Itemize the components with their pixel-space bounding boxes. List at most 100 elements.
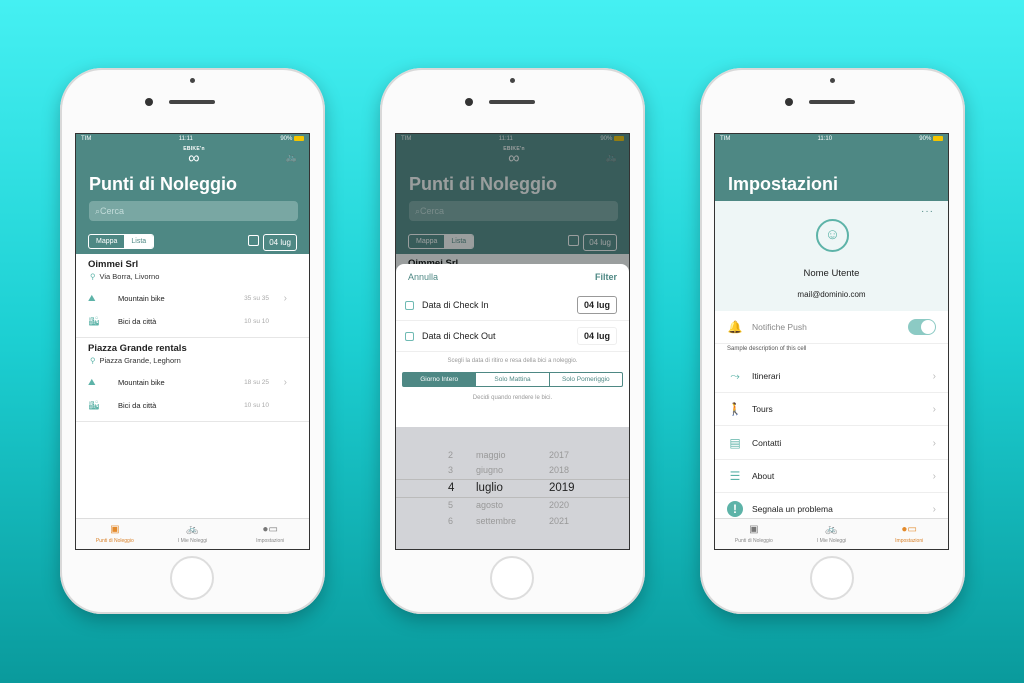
date-picker[interactable]: 2 maggio 2017 3 giugno 2018 4 luglio 2019 5 ago…	[396, 427, 629, 549]
bike-row[interactable]: 🏙 Bici da città 10 su 10	[88, 394, 297, 417]
check-out-label: Data di Check Out	[422, 330, 496, 341]
bike-type: Bici da città	[118, 317, 157, 326]
chevron-right-icon: ›	[932, 470, 936, 482]
shop-name: Oimmei Srl	[88, 259, 139, 270]
check-out-row[interactable]: Data di Check Out 04 lug	[396, 321, 629, 352]
header: TIM 11:11 90% EBIKE'n ∞ 🚲 Punti di Noleggio…	[76, 134, 309, 254]
profile-card: ··· ☺ Nome Utente mail@dominio.com	[715, 201, 948, 311]
route-icon: ⤳	[730, 369, 740, 383]
mountain-bike-icon: ⛰	[88, 293, 96, 303]
chevron-right-icon: ›	[283, 377, 287, 388]
avatar[interactable]: ☺	[816, 219, 849, 252]
filter-button[interactable]: Filter	[595, 272, 617, 282]
option-afternoon[interactable]: Solo Pomeriggio	[548, 373, 622, 386]
phone-1: TIM 11:11 90% EBIKE'n ∞ 🚲 Punti di Noleggio…	[60, 68, 325, 614]
push-notifications-row: 🔔 Notifiche Push	[715, 311, 948, 344]
bike-count: 18 su 25	[244, 379, 269, 386]
header: TIM 11:10 90% Impostazioni	[715, 134, 948, 201]
bike-icon: 🚲	[186, 524, 199, 535]
home-button[interactable]	[170, 556, 214, 600]
cell-description: Sample description of this cell	[727, 346, 807, 352]
city-bike-icon: 🏙	[88, 400, 100, 410]
tab-settings[interactable]: ●▭ Impostazioni	[231, 519, 309, 549]
shop-address: Via Borra, Livorno	[99, 272, 160, 281]
bike-count: 35 su 35	[244, 295, 269, 302]
date-button[interactable]: 04 lug	[263, 234, 297, 251]
check-in-row[interactable]: Data di Check In 04 lug	[396, 290, 629, 321]
menu-item-about[interactable]: ☰ About ›	[715, 460, 948, 493]
menu-item-tours[interactable]: 🚶 Tours ›	[715, 393, 948, 426]
calendar-icon[interactable]	[248, 235, 259, 246]
tab-label: I Mie Noleggi	[177, 538, 208, 544]
status-bar: TIM 11:11 90%	[76, 136, 309, 146]
list-item[interactable]: Oimmei Srl ⚲ Via Borra, Livorno ⛰ Mountain…	[76, 254, 309, 338]
city-bike-icon: 🏙	[88, 316, 100, 326]
tab-label: I Mie Noleggi	[816, 538, 847, 544]
home-button[interactable]	[810, 556, 854, 600]
phone-2: TIM 11:11 90% EBIKE'n ∞ 🚲 Punti di Noleggio…	[380, 68, 645, 614]
battery-icon	[294, 136, 304, 141]
bike-row[interactable]: ⛰ Mountain bike 35 su 35 ›	[88, 287, 297, 310]
clock: 11:11	[178, 136, 193, 142]
picker-row[interactable]: 6 settembre 2021	[396, 516, 629, 532]
toggle-icon: ●▭	[262, 524, 278, 535]
bike-row[interactable]: 🏙 Bici da città 10 su 10	[88, 310, 297, 333]
contact-book-icon: ▤	[729, 436, 741, 450]
home-button[interactable]	[490, 556, 534, 600]
battery-level: 90%	[919, 136, 932, 143]
picker-row[interactable]: 5 agosto 2020	[396, 500, 629, 516]
tab-settings[interactable]: ●▭ Impostazioni	[870, 519, 948, 549]
picker-row[interactable]: 2 maggio 2017	[396, 450, 629, 466]
settings-screen: TIM 11:10 90% Impostazioni ··· ☺ Nome Uten…	[714, 133, 949, 550]
menu-label: About	[752, 471, 775, 481]
tab-label: Punti di Noleggio	[95, 538, 134, 544]
chevron-right-icon: ›	[283, 293, 287, 304]
tab-label: Punti di Noleggio	[734, 538, 773, 544]
document-icon: ☰	[729, 469, 741, 483]
option-full-day[interactable]: Giorno Intero	[403, 373, 476, 386]
search-placeholder: Cerca	[100, 206, 125, 216]
cancel-button[interactable]: Annulla	[408, 272, 438, 282]
calendar-icon	[405, 332, 414, 342]
bike-badge-icon[interactable]: 🚲	[286, 152, 297, 163]
bike-count: 10 su 10	[244, 402, 269, 409]
battery-level: 90%	[280, 136, 293, 143]
check-in-label: Data di Check In	[422, 299, 489, 310]
rental-point-icon: ▣	[110, 524, 120, 535]
phone-3: TIM 11:10 90% Impostazioni ··· ☺ Nome Uten…	[700, 68, 965, 614]
more-icon[interactable]: ···	[921, 206, 934, 217]
user-email: mail@dominio.com	[797, 290, 866, 299]
status-bar: TIM 11:10 90%	[715, 136, 948, 146]
list-item[interactable]: Piazza Grande rentals ⚲ Piazza Grande, Le…	[76, 338, 309, 422]
menu-item-contatti[interactable]: ▤ Contatti ›	[715, 427, 948, 460]
bike-row[interactable]: ⛰ Mountain bike 18 su 25 ›	[88, 371, 297, 394]
tab-my-rentals[interactable]: 🚲 I Mie Noleggi	[793, 519, 871, 549]
chevron-right-icon: ›	[932, 403, 936, 415]
tab-list[interactable]: Lista	[124, 235, 154, 248]
search-input[interactable]: ⌕Cerca	[89, 201, 298, 221]
menu-label: Tours	[752, 404, 773, 414]
shop-list: Oimmei Srl ⚲ Via Borra, Livorno ⛰ Mountain…	[76, 254, 309, 422]
tab-map[interactable]: Mappa	[89, 235, 124, 248]
menu-item-itinerari[interactable]: ⤳ Itinerari ›	[715, 360, 948, 393]
picker-selected-row[interactable]: 4 luglio 2019	[396, 479, 629, 498]
mountain-bike-icon: ⛰	[88, 377, 96, 387]
check-in-date[interactable]: 04 lug	[576, 296, 617, 314]
push-label: Notifiche Push	[752, 322, 807, 332]
bike-type: Bici da città	[118, 401, 157, 410]
chevron-right-icon: ›	[932, 370, 936, 382]
time-segmented-control[interactable]: Giorno Intero Solo Mattina Solo Pomeriggio	[402, 372, 623, 387]
battery-icon	[932, 136, 943, 141]
option-morning[interactable]: Solo Mattina	[475, 373, 548, 386]
alert-icon: !	[727, 501, 743, 517]
tab-bar: ▣ Punti di Noleggio 🚲 I Mie Noleggi ●▭ Impo…	[76, 518, 309, 549]
view-toggle[interactable]: Mappa Lista	[88, 234, 155, 249]
tab-label: Impostazioni	[256, 538, 285, 544]
bike-count: 10 su 10	[244, 318, 269, 325]
check-out-date[interactable]: 04 lug	[576, 327, 617, 345]
tab-my-rentals[interactable]: 🚲 I Mie Noleggi	[154, 519, 232, 549]
push-toggle[interactable]	[908, 319, 936, 335]
tab-rental-points[interactable]: ▣ Punti di Noleggio	[76, 519, 154, 549]
tab-rental-points[interactable]: ▣ Punti di Noleggio	[715, 519, 793, 549]
bell-icon: 🔔	[727, 320, 743, 334]
